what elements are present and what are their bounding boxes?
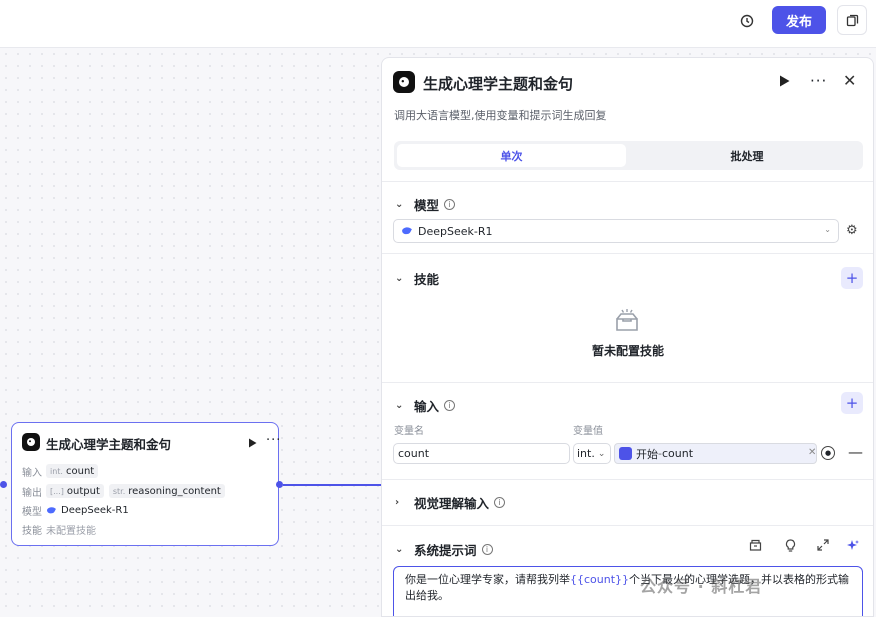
divider [382,253,873,254]
column-header-name: 变量名 [394,426,424,437]
copy-button[interactable] [837,5,867,35]
node-input-port[interactable] [0,481,7,488]
vision-section-header[interactable]: › 视觉理解输入 i [395,493,506,512]
node-more-icon[interactable]: ··· [266,433,281,448]
add-input-button[interactable]: + [841,392,863,414]
divider [382,181,873,182]
node-config-panel: 生成心理学主题和金句 ··· ✕ 调用大语言模型,使用变量和提示词生成回复 单次… [381,57,874,617]
chevron-down-icon: ⌄ [597,448,606,459]
chevron-down-icon: ⌄ [395,199,404,210]
start-node-icon [619,447,632,460]
panel-title: 生成心理学主题和金句 [423,75,574,93]
llm-node-card[interactable]: 生成心理学主题和金句 ··· 输入 int. count 输出 [...] outp… [11,422,280,546]
tab-batch[interactable]: 批处理 [634,144,860,167]
variable-type-select[interactable]: int. ⌄ [573,443,611,464]
input-section-header[interactable]: ⌄ 输入 i [395,396,456,415]
info-icon: i [444,199,456,210]
chevron-down-icon: ⌄ [395,544,404,555]
variable-name-input[interactable]: count [393,443,570,464]
skill-section-header[interactable]: ⌄ 技能 [395,269,439,288]
run-node-button[interactable] [779,75,790,90]
ai-sparkle-icon[interactable] [846,539,859,555]
node-input-row: 输入 int. count [22,463,103,479]
chevron-down-icon: ⌄ [395,400,404,411]
reference-picker-icon[interactable]: ● [821,446,835,460]
mode-tabs: 单次 批处理 [394,141,863,170]
node-output-tag: str. reasoning_content [108,484,225,498]
top-bar: 发布 [0,0,876,48]
node-output-tag: [...] output [46,484,104,498]
model-section-header[interactable]: ⌄ 模型 i [395,195,456,214]
divider [382,479,873,480]
info-icon: i [494,497,506,508]
watermark: 公众号 · 斜杠君 [640,577,763,596]
node-run-icon[interactable] [248,437,257,451]
empty-box-icon [614,308,640,335]
copy-icon [846,14,858,26]
node-output-row: 输出 [...] output str. reasoning_content [22,483,230,499]
chevron-right-icon: › [395,497,400,508]
prompt-variable: {{count}} [570,573,630,586]
system-prompt-editor[interactable]: 你是一位心理学专家，请帮我列举{{count}}个当下最火的心理学选题，并以表格… [393,566,863,616]
divider [382,525,873,526]
history-icon [740,14,754,28]
node-skill-row: 技能 未配置技能 [22,525,96,537]
system-prompt-header[interactable]: ⌄ 系统提示词 i [395,540,493,559]
divider [382,382,873,383]
node-output-port[interactable] [276,481,283,488]
node-header: 生成心理学主题和金句 ··· [22,433,280,453]
gear-icon[interactable]: ⚙ [846,223,858,238]
info-icon: i [481,544,493,555]
column-header-value: 变量值 [573,426,603,437]
close-icon[interactable]: ✕ [843,71,856,90]
node-title: 生成心理学主题和金句 [46,437,172,452]
remove-input-button[interactable]: — [848,443,863,461]
expand-icon[interactable] [817,539,829,554]
publish-button[interactable]: 发布 [772,6,826,34]
deepseek-whale-icon [402,227,412,235]
panel-description: 调用大语言模型,使用变量和提示词生成回复 [394,109,607,122]
history-button[interactable] [734,8,760,34]
chevron-down-icon: ⌄ [824,225,831,234]
clear-reference-icon[interactable]: ✕ [808,447,816,458]
prompt-library-icon[interactable] [749,539,762,554]
deepseek-logo-icon [393,71,415,93]
deepseek-logo-icon [22,433,40,451]
add-skill-button[interactable]: + [841,267,863,289]
empty-skill-text: 暂未配置技能 [592,344,665,358]
deepseek-whale-icon [47,506,56,513]
chevron-down-icon: ⌄ [395,273,404,284]
tab-single[interactable]: 单次 [397,144,626,167]
lightbulb-icon[interactable] [785,539,796,555]
node-input-tag: int. count [46,464,99,478]
connection-edge [283,484,382,486]
info-icon: i [444,400,456,411]
node-model-row: 模型 DeepSeek-R1 [22,504,129,518]
variable-reference[interactable]: 开始 - count ✕ ● [614,443,835,464]
model-select[interactable]: DeepSeek-R1 ⌄ [393,219,839,243]
panel-more-icon[interactable]: ··· [810,72,827,90]
